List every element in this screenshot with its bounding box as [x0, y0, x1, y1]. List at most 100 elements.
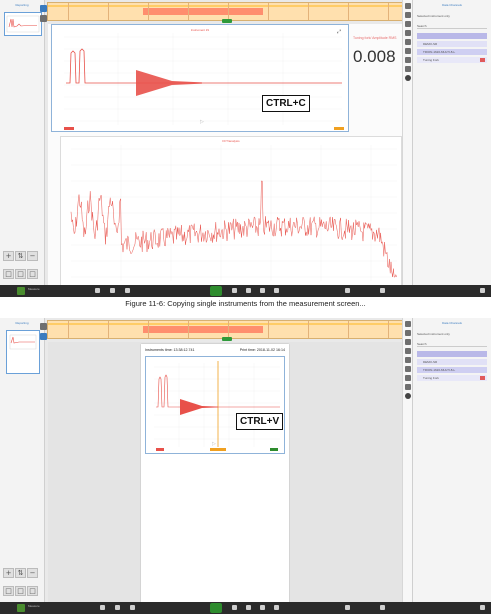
prev-icon[interactable]	[246, 605, 251, 610]
play-button[interactable]	[210, 603, 222, 613]
group-row[interactable]: DEMO-SR	[417, 359, 487, 365]
range-start-marker[interactable]	[156, 448, 164, 451]
screen-view-icon[interactable]	[40, 323, 47, 330]
brush-icon[interactable]	[405, 357, 411, 363]
timeline-cursor[interactable]	[222, 337, 232, 341]
right-panel: Data Channels Selected instrument only S…	[412, 318, 491, 602]
left-panel-buttons: + ⇅ − □ □ □	[3, 245, 41, 281]
print-icon[interactable]	[405, 330, 411, 336]
recorder-instrument[interactable]: Instrument #1 ▷ ⤢ CTRL+C	[51, 24, 349, 132]
save-icon[interactable]	[345, 605, 350, 610]
play-button[interactable]	[210, 286, 222, 296]
stop-icon[interactable]	[232, 605, 237, 610]
brush-icon[interactable]	[405, 39, 411, 45]
flag-icon[interactable]	[405, 48, 411, 54]
export-icon[interactable]	[380, 605, 385, 610]
group-row[interactable]: DEMO-SR	[417, 41, 487, 47]
flag-icon[interactable]	[405, 366, 411, 372]
save-icon[interactable]	[345, 288, 350, 293]
timeline-selection	[143, 326, 263, 333]
marker-icon[interactable]	[405, 375, 411, 381]
sliders-icon[interactable]	[405, 66, 411, 72]
shortcut-label: CTRL+C	[262, 95, 310, 112]
range-cursor-marker[interactable]	[210, 448, 226, 451]
lock-icon[interactable]	[100, 605, 105, 610]
undo-icon[interactable]	[125, 288, 130, 293]
sliders-icon[interactable]	[405, 384, 411, 390]
filter-checkbox[interactable]: Selected instrument only	[417, 14, 487, 18]
undo-icon[interactable]	[130, 605, 135, 610]
settings-icon[interactable]	[405, 321, 411, 327]
search-input[interactable]: Search	[417, 24, 487, 29]
marker-icon[interactable]	[405, 57, 411, 63]
right-panel-title: Data Channels	[442, 3, 462, 7]
delete-page-button[interactable]: □	[27, 586, 38, 596]
channel-color-swatch[interactable]	[480, 58, 485, 62]
edit-icon[interactable]	[405, 30, 411, 36]
folder-icon[interactable]	[274, 605, 279, 610]
paste-page-button[interactable]: □	[15, 269, 26, 279]
delete-page-button[interactable]: □	[27, 269, 38, 279]
channel-row[interactable]: Tuning Fork	[417, 57, 487, 63]
info-icon[interactable]	[405, 393, 411, 399]
timeline-cursor[interactable]	[222, 19, 232, 23]
export-icon[interactable]	[380, 288, 385, 293]
screenshot-paste: Reporting + ⇅ − □ □ □ Instruments time: 13:3…	[0, 318, 491, 614]
lock-icon[interactable]	[95, 288, 100, 293]
camera-icon[interactable]	[405, 21, 411, 27]
report-view-icon[interactable]	[40, 15, 47, 22]
expand-icon[interactable]: ⤢	[337, 29, 341, 35]
menu-icon[interactable]	[480, 288, 485, 293]
search-input[interactable]: Search	[417, 342, 487, 347]
next-icon[interactable]	[260, 288, 265, 293]
measurement-screen: Instrument #1 ▷ ⤢ CTRL+C Tuning fork/ Am…	[48, 24, 403, 286]
range-start-marker[interactable]	[64, 127, 74, 130]
report-page-thumbnail[interactable]	[6, 330, 40, 374]
screen-thumbnail[interactable]	[4, 12, 42, 36]
bottom-bar: Measure	[0, 602, 491, 614]
channel-row[interactable]: Tuning Fork	[417, 375, 487, 381]
info-icon[interactable]	[405, 75, 411, 81]
stop-icon[interactable]	[232, 288, 237, 293]
remove-button[interactable]: −	[27, 251, 38, 261]
copy-page-button[interactable]: □	[3, 586, 14, 596]
menu-icon[interactable]	[480, 605, 485, 610]
bottom-bar: Measure	[0, 285, 491, 297]
cursor-icon[interactable]	[110, 288, 115, 293]
digital-meter-value: 0.008	[353, 47, 396, 66]
prev-icon[interactable]	[246, 288, 251, 293]
print-time: Print time: 2018-11-02 16:14	[239, 348, 285, 352]
screen-view-icon[interactable]	[40, 5, 47, 12]
next-icon[interactable]	[260, 605, 265, 610]
paste-page-button[interactable]: □	[15, 586, 26, 596]
report-view-icon[interactable]	[40, 333, 47, 340]
right-panel-title: Data Channels	[442, 321, 462, 325]
measure-button[interactable]	[17, 604, 25, 612]
digital-meter[interactable]: Tuning fork/ Amplitude RMS 0.008	[353, 36, 401, 67]
add-button[interactable]: +	[3, 568, 14, 578]
filter-checkbox[interactable]: Selected instrument only	[417, 332, 487, 336]
module-row[interactable]: TRION-1620-MULTI-8-L	[417, 49, 487, 55]
channel-color-swatch[interactable]	[480, 376, 485, 380]
range-end-marker[interactable]	[270, 448, 278, 451]
measure-button[interactable]	[17, 287, 25, 295]
pasted-recorder-instrument[interactable]: ▷ CTRL+V	[145, 356, 285, 454]
edit-icon[interactable]	[405, 348, 411, 354]
screenshot-copy: Reporting + ⇅ − □ □ □ Instrument #1 ▷ ⤢ …	[0, 0, 491, 297]
module-row[interactable]: TRION-1620-MULTI-8-L	[417, 367, 487, 373]
camera-icon[interactable]	[405, 339, 411, 345]
fft-instrument[interactable]: FFT/analysis	[60, 136, 402, 286]
figure-caption: Figure 11-6: Copying single instruments …	[125, 299, 366, 308]
settings-icon[interactable]	[405, 3, 411, 9]
move-button[interactable]: ⇅	[15, 251, 26, 261]
cursor-icon[interactable]	[115, 605, 120, 610]
move-button[interactable]: ⇅	[15, 568, 26, 578]
remove-button[interactable]: −	[27, 568, 38, 578]
timeline-bar	[48, 5, 406, 7]
range-end-marker[interactable]	[334, 127, 344, 130]
decay-envelope	[180, 399, 218, 415]
folder-icon[interactable]	[274, 288, 279, 293]
copy-page-button[interactable]: □	[3, 269, 14, 279]
print-icon[interactable]	[405, 12, 411, 18]
add-button[interactable]: +	[3, 251, 14, 261]
